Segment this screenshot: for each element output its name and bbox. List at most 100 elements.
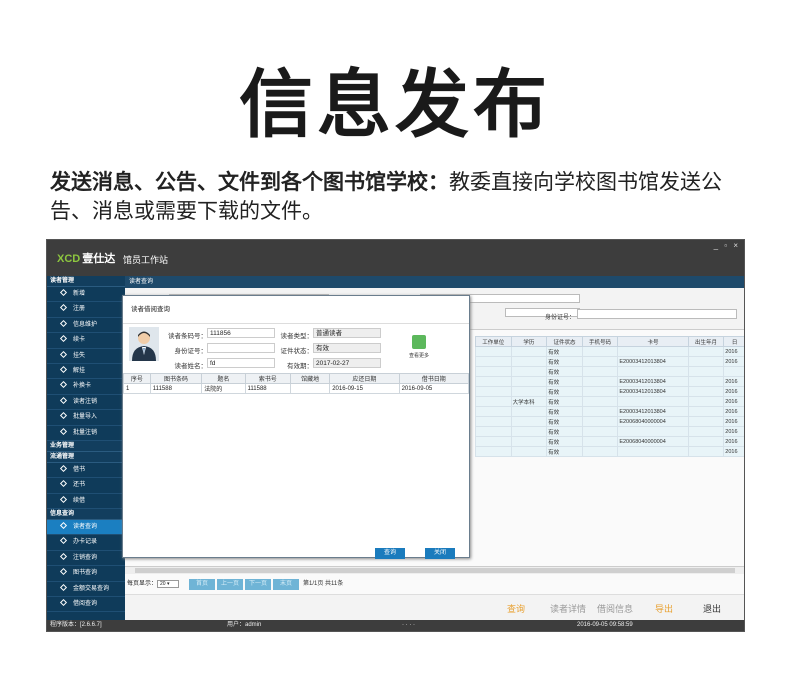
sidebar-section[interactable]: 读者管理 [47,276,125,287]
export-button[interactable]: 导出 [655,602,673,615]
sidebar-item[interactable]: 挂失 [47,349,125,364]
sidebar-item[interactable]: 借阅查询 [47,597,125,613]
table-cell [510,356,548,367]
sidebar-item[interactable]: 读者查询 [47,520,125,536]
diamond-icon [59,537,68,545]
sidebar-item[interactable]: 办卡记录 [47,535,125,551]
sidebar-item[interactable]: 还书 [47,478,125,494]
column-header[interactable]: 卡号 [617,336,689,347]
column-header[interactable]: 出生年月 [687,336,725,347]
borrow-info-button[interactable]: 借阅信息 [597,602,633,615]
table-cell [687,436,725,447]
expiry-value: 2017-02-27 [313,358,381,368]
sidebar-item[interactable]: 注册 [47,302,125,318]
table-cell [510,446,548,457]
column-header[interactable]: 日 [723,336,744,347]
table-row[interactable]: 有效 2016 [475,426,744,437]
first-page-button[interactable]: 首页 [189,579,215,590]
column-header[interactable]: 应还日期 [329,373,400,384]
table-cell [687,396,725,407]
column-header[interactable]: 图书条码 [149,373,203,384]
table-cell: 大学本科 [510,396,548,407]
exit-button[interactable]: 退出 [703,602,721,615]
sidebar-item[interactable]: 注销查询 [47,551,125,567]
sidebar-item-label: 还书 [73,482,86,489]
table-row[interactable]: 有效 E20003412013804 2016 [475,356,744,367]
column-header[interactable]: 手机号码 [581,336,619,347]
column-header[interactable]: 序号 [123,373,151,384]
id-number-label: 身份证号： [545,315,576,321]
table-row[interactable]: 有效 E20068040000004 2016 [475,416,744,427]
table-cell [581,446,619,457]
sidebar-section[interactable]: 流通管理 [47,451,125,463]
last-page-button[interactable]: 末页 [273,579,299,590]
query-button[interactable]: 查询 [507,602,525,615]
page-info: 第1/1页 共11条 [303,581,344,587]
sidebar-item[interactable]: 续卡 [47,333,125,349]
next-page-button[interactable]: 下一页 [245,579,271,590]
table-row[interactable]: 有效 2016 [475,446,744,457]
station-title: 馆员工作站 [123,255,169,265]
table-cell: 有效 [546,356,583,367]
scroll-thumb[interactable] [135,568,735,573]
prev-page-button[interactable]: 上一页 [217,579,243,590]
table-cell [290,383,331,394]
table-cell [687,356,725,367]
id-number-input[interactable] [577,309,737,319]
table-cell: 2016 [723,356,744,367]
reader-detail-button[interactable]: 读者详情 [550,602,586,615]
dialog-query-button[interactable]: 查询 [375,548,405,559]
sidebar-section[interactable]: 信息查询 [47,509,125,521]
page-size-select[interactable]: 20 ▾ [157,580,179,588]
reader-type-value: 普通读者 [313,328,381,338]
table-cell [510,406,548,417]
reader-table: 工作单位 学历 证件状态 手机号码 卡号 出生年月日 有效 2016 有效 E200034120… [475,336,744,457]
dialog-close-button[interactable]: 关闭 [425,548,455,559]
table-row[interactable]: 有效 E20068040000004 2016 [475,436,744,447]
column-header[interactable]: 学历 [510,336,548,347]
view-more-button[interactable]: 查看更多 [409,335,429,359]
sidebar-item[interactable]: 信息维护 [47,318,125,334]
logo-mark: XCD [57,253,81,265]
window-controls[interactable]: _ ▫ × [714,241,740,250]
table-row[interactable]: 大学本科 有效 2016 [475,396,744,407]
sidebar-item[interactable]: 图书查询 [47,566,125,582]
table-row[interactable]: 有效 [475,366,744,377]
table-row[interactable]: 有效 E20003412013804 2016 [475,406,744,417]
sidebar-item[interactable]: 批量导入 [47,410,125,426]
column-header[interactable]: 索书号 [244,373,292,384]
table-cell [510,436,548,447]
diamond-icon [59,365,68,373]
table-row[interactable]: 有效 2016 [475,346,744,357]
table-cell: 有效 [546,346,583,357]
table-cell [581,386,619,397]
table-cell: 2016 [723,376,744,387]
column-header[interactable]: 借书日期 [398,373,470,384]
sidebar-section[interactable]: 业务管理 [47,440,125,452]
action-bar: 查询 读者详情 借阅信息 导出 退出 [125,594,744,622]
sidebar-item[interactable]: 借书 [47,463,125,479]
user-text: 用户：admin [227,622,262,628]
sidebar-item[interactable]: 新增 [47,287,125,303]
column-header[interactable]: 题名 [201,373,246,384]
column-header[interactable]: 工作单位 [475,336,512,347]
column-header[interactable]: 馆藏地 [290,373,331,384]
table-cell [687,416,725,427]
table-row[interactable]: 有效 E20003412013804 2016 [475,386,744,397]
sidebar-item[interactable]: 读者注销 [47,395,125,411]
sidebar-item-label: 读者注销 [73,398,98,405]
diamond-icon [59,464,68,472]
table-row[interactable]: 有效 E20003412013804 2016 [475,376,744,387]
column-header[interactable]: 证件状态 [546,336,583,347]
table-cell [723,366,744,377]
diamond-icon [59,598,68,607]
table-row[interactable]: 1 111588 法院的 111588 2016-09-15 2016-09-05 [123,383,470,394]
sidebar-item[interactable]: 解挂 [47,364,125,380]
sidebar-item[interactable]: 续借 [47,494,125,510]
sidebar-item[interactable]: 金额交易查询 [47,582,125,598]
sidebar-item[interactable]: 补换卡 [47,379,125,395]
sidebar-item[interactable]: 批量注销 [47,426,125,441]
horizontal-scrollbar[interactable] [125,566,744,574]
status-dots: · · · · [402,622,415,628]
table-cell: 2016 [723,436,744,447]
